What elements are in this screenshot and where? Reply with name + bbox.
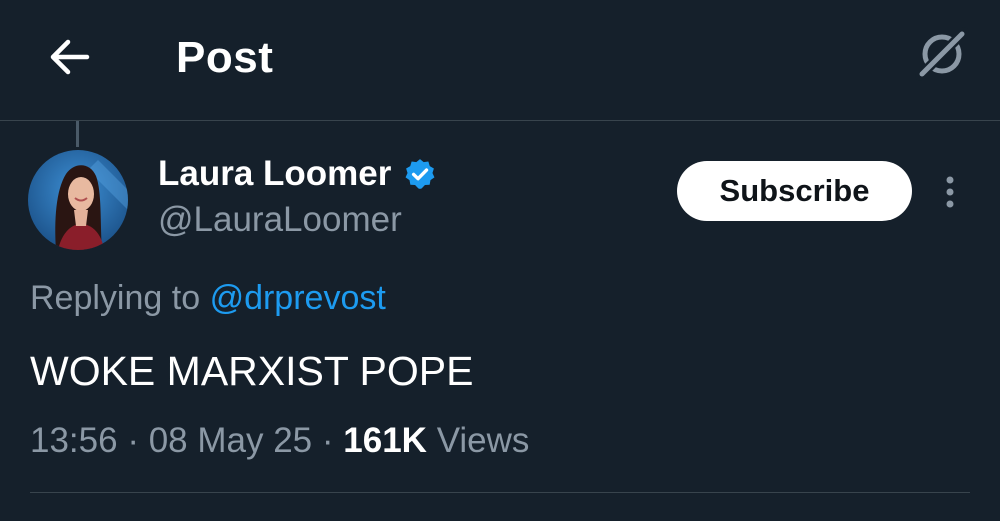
more-options-button[interactable] xyxy=(932,170,968,214)
subscribe-button[interactable]: Subscribe xyxy=(677,161,912,221)
author-name-text: Laura Loomer xyxy=(158,154,392,193)
verified-badge-icon xyxy=(403,157,437,191)
post-meta: 13:56 · 08 May 25 · 161K Views xyxy=(30,418,529,464)
post-time[interactable]: 13:56 xyxy=(30,421,118,460)
top-bar: Post xyxy=(0,0,1000,121)
views-label: Views xyxy=(436,421,530,460)
views-count: 161K xyxy=(343,421,427,460)
avatar[interactable] xyxy=(28,150,128,250)
page-title: Post xyxy=(176,33,274,82)
meta-separator: · xyxy=(127,421,139,460)
author-name[interactable]: Laura Loomer xyxy=(158,152,437,196)
replying-to-prefix: Replying to xyxy=(30,279,201,317)
back-button[interactable] xyxy=(40,28,98,86)
thread-connector xyxy=(76,121,79,147)
more-vertical-icon xyxy=(946,176,954,208)
arrow-left-icon xyxy=(50,39,90,75)
post-text: WOKE MARXIST POPE xyxy=(30,348,474,394)
grok-icon xyxy=(915,27,969,81)
post-date[interactable]: 08 May 25 xyxy=(149,421,312,460)
reply-target-link[interactable]: @drprevost xyxy=(210,279,386,317)
divider xyxy=(30,492,970,493)
grok-button[interactable] xyxy=(912,24,972,84)
replying-to-line: Replying to @drprevost xyxy=(30,276,386,320)
meta-separator: · xyxy=(321,421,334,460)
author-handle[interactable]: @LauraLoomer xyxy=(158,198,402,242)
